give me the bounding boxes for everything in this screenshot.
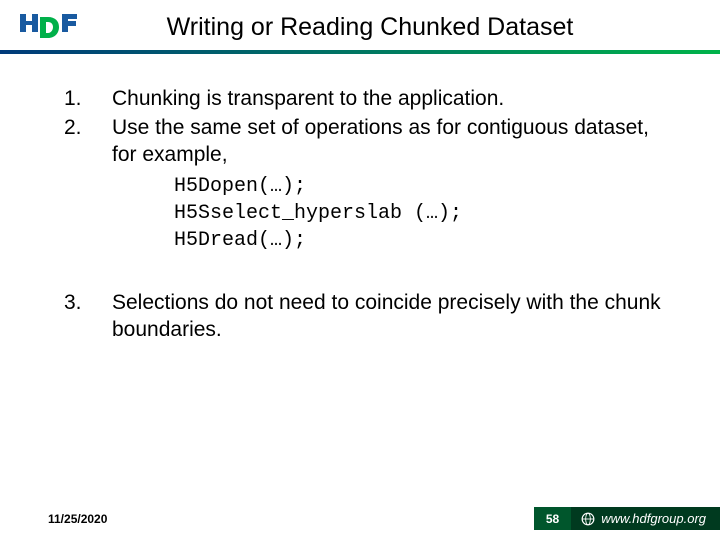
page-number: 58: [534, 507, 571, 530]
code-line: H5Dread(…);: [174, 227, 672, 254]
slide-body: 1. Chunking is transparent to the applic…: [0, 54, 720, 343]
slide-title: Writing or Reading Chunked Dataset: [78, 13, 702, 42]
list-text: Chunking is transparent to the applicati…: [112, 86, 672, 113]
hdfgroup-url: www.hdfgroup.org: [601, 511, 706, 526]
list-text: Use the same set of operations as for co…: [112, 115, 672, 169]
list-number: 1.: [64, 86, 112, 113]
footer-date: 11/25/2020: [48, 512, 107, 526]
code-line: H5Dopen(…);: [174, 173, 672, 200]
slide: Writing or Reading Chunked Dataset 1. Ch…: [0, 0, 720, 540]
hdf-logo: [18, 10, 78, 44]
footer-right: 58 www.hdfgroup.org: [534, 507, 720, 530]
footer: 11/25/2020 58 www.hdfgroup.org: [0, 507, 720, 530]
list-number: 2.: [64, 115, 112, 169]
list-number: 3.: [64, 290, 112, 344]
code-block: H5Dopen(…); H5Sselect_hyperslab (…); H5D…: [174, 173, 672, 254]
list-item: 3. Selections do not need to coincide pr…: [64, 290, 672, 344]
header: Writing or Reading Chunked Dataset: [0, 0, 720, 50]
hdfgroup-badge: www.hdfgroup.org: [571, 507, 720, 530]
code-line: H5Sselect_hyperslab (…);: [174, 200, 672, 227]
list-item: 1. Chunking is transparent to the applic…: [64, 86, 672, 113]
globe-icon: [581, 512, 595, 526]
list-item: 2. Use the same set of operations as for…: [64, 115, 672, 169]
list-text: Selections do not need to coincide preci…: [112, 290, 672, 344]
